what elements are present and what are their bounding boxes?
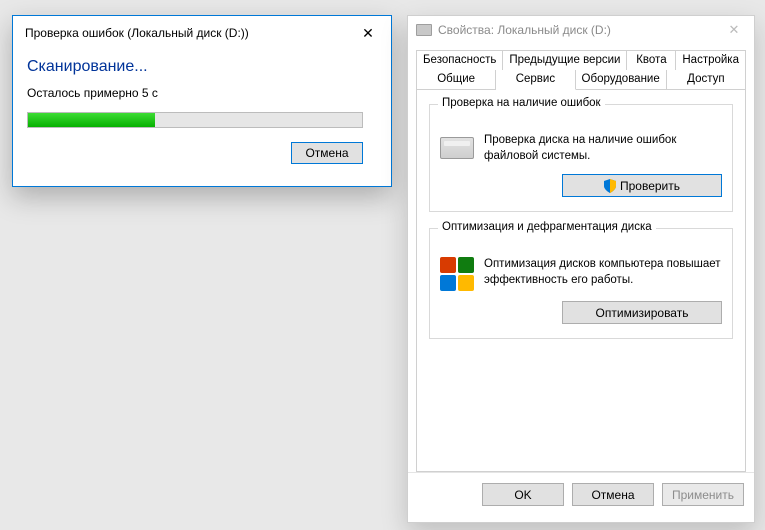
tab-general[interactable]: Общие xyxy=(416,70,496,90)
ok-button[interactable]: OK xyxy=(482,483,564,506)
group-defrag-text: Оптимизация дисков компьютера повышает э… xyxy=(484,257,722,288)
cancel-button[interactable]: Отмена xyxy=(291,142,363,164)
tab-row-2: Общие Сервис Оборудование Доступ xyxy=(416,70,746,90)
group-defrag: Оптимизация и дефрагментация диска Оптим… xyxy=(429,228,733,339)
tab-customize[interactable]: Настройка xyxy=(676,50,746,70)
scan-title-bar: Проверка ошибок (Локальный диск (D:)) ✕ xyxy=(13,16,391,48)
scan-body: Сканирование... Осталось примерно 5 с От… xyxy=(13,48,391,176)
disk-icon xyxy=(440,137,474,159)
shield-icon xyxy=(604,179,616,193)
close-icon[interactable]: ✕ xyxy=(355,22,381,44)
scan-dialog: Проверка ошибок (Локальный диск (D:)) ✕ … xyxy=(12,15,392,187)
properties-window-title: Свойства: Локальный диск (D:) xyxy=(438,23,611,37)
group-error-check-title: Проверка на наличие ошибок xyxy=(438,97,605,109)
optimize-button[interactable]: Оптимизировать xyxy=(562,301,722,324)
properties-title-bar: Свойства: Локальный диск (D:) ✕ xyxy=(408,16,754,44)
group-defrag-title: Оптимизация и дефрагментация диска xyxy=(438,221,656,233)
group-error-check-text: Проверка диска на наличие ошибок файлово… xyxy=(484,133,722,164)
defrag-icon xyxy=(440,257,474,291)
scan-status-text: Осталось примерно 5 с xyxy=(27,86,377,100)
tab-security[interactable]: Безопасность xyxy=(416,50,503,70)
tab-quota[interactable]: Квота xyxy=(627,50,676,70)
properties-dialog: Свойства: Локальный диск (D:) ✕ Безопасн… xyxy=(407,15,755,523)
tab-row-1: Безопасность Предыдущие версии Квота Нас… xyxy=(416,50,746,70)
close-icon[interactable]: ✕ xyxy=(722,22,746,38)
apply-button: Применить xyxy=(662,483,744,506)
tab-area: Безопасность Предыдущие версии Квота Нас… xyxy=(408,44,754,472)
check-button[interactable]: Проверить xyxy=(562,174,722,197)
check-button-label: Проверить xyxy=(620,179,680,193)
progress-bar xyxy=(27,112,363,128)
tab-previous-versions[interactable]: Предыдущие версии xyxy=(503,50,627,70)
group-error-check: Проверка на наличие ошибок Проверка диск… xyxy=(429,104,733,212)
tab-hardware[interactable]: Оборудование xyxy=(576,70,667,90)
scan-heading: Сканирование... xyxy=(27,58,377,76)
cancel-button[interactable]: Отмена xyxy=(572,483,654,506)
progress-fill xyxy=(28,113,155,127)
dialog-button-row: OK Отмена Применить xyxy=(408,472,754,516)
drive-icon xyxy=(416,24,432,36)
scan-window-title: Проверка ошибок (Локальный диск (D:)) xyxy=(25,26,249,40)
tab-tools[interactable]: Сервис xyxy=(496,70,575,90)
tab-sharing[interactable]: Доступ xyxy=(667,70,746,90)
tab-page-tools: Проверка на наличие ошибок Проверка диск… xyxy=(416,89,746,472)
